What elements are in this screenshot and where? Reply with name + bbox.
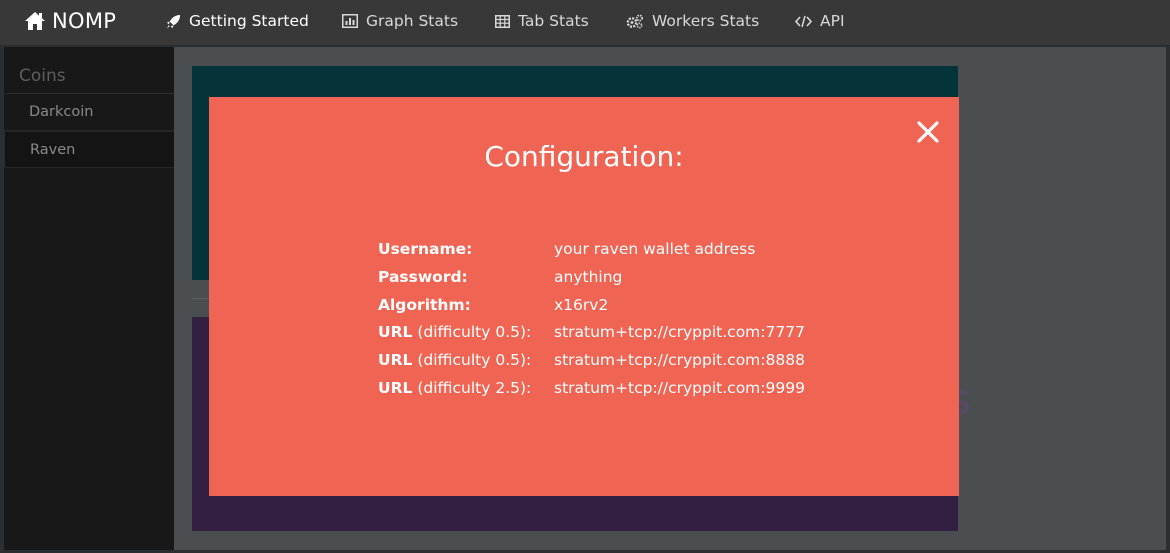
config-value: your raven wallet address [554,240,756,258]
config-value: stratum+tcp://cryppit.com:8888 [554,351,805,370]
bar-chart-icon [342,14,358,28]
config-label: URL (difficulty 0.5): [378,351,532,370]
nav-tab-stats[interactable]: Tab Stats [495,9,589,33]
sidebar-heading: Coins [4,47,174,94]
nav-label: Graph Stats [366,12,459,30]
config-label: URL (difficulty 0.5): [378,323,532,342]
config-value: stratum+tcp://cryppit.com:7777 [554,323,805,342]
nav-workers-stats[interactable]: Workers Stats [626,9,759,33]
config-label: Username: [378,240,473,258]
nav-graph-stats[interactable]: Graph Stats [342,9,458,33]
nav-api[interactable]: API [795,9,845,33]
config-label: Algorithm: [378,295,471,314]
coins-sidebar: Coins Darkcoin Raven [4,47,174,550]
nav-label: Tab Stats [518,12,589,30]
rocket-icon [166,14,181,28]
config-value: anything [554,267,623,286]
modal-title: Configuration: [484,140,684,173]
sidebar-item-darkcoin[interactable]: Darkcoin [4,94,174,131]
gears-icon [626,14,643,29]
brand-title: NOMP [52,9,117,33]
brand-link[interactable]: NOMP [24,6,116,36]
table-icon [495,14,510,28]
top-navbar: NOMP Getting Started Graph Stats Tab Sta… [0,0,1170,46]
code-icon [795,15,812,27]
nav-label: API [820,12,845,30]
nav-label: Workers Stats [652,12,760,30]
nav-label: Getting Started [189,12,309,30]
nav-getting-started[interactable]: Getting Started [166,9,309,33]
config-value: stratum+tcp://cryppit.com:9999 [554,378,805,397]
configuration-modal: Configuration: Username: your raven wall… [209,97,959,496]
home-icon [25,12,45,30]
sidebar-item-raven[interactable]: Raven [4,131,174,168]
config-label: Password: [378,267,468,286]
config-value: x16rv2 [554,295,609,314]
config-label: URL (difficulty 2.5): [378,378,532,397]
